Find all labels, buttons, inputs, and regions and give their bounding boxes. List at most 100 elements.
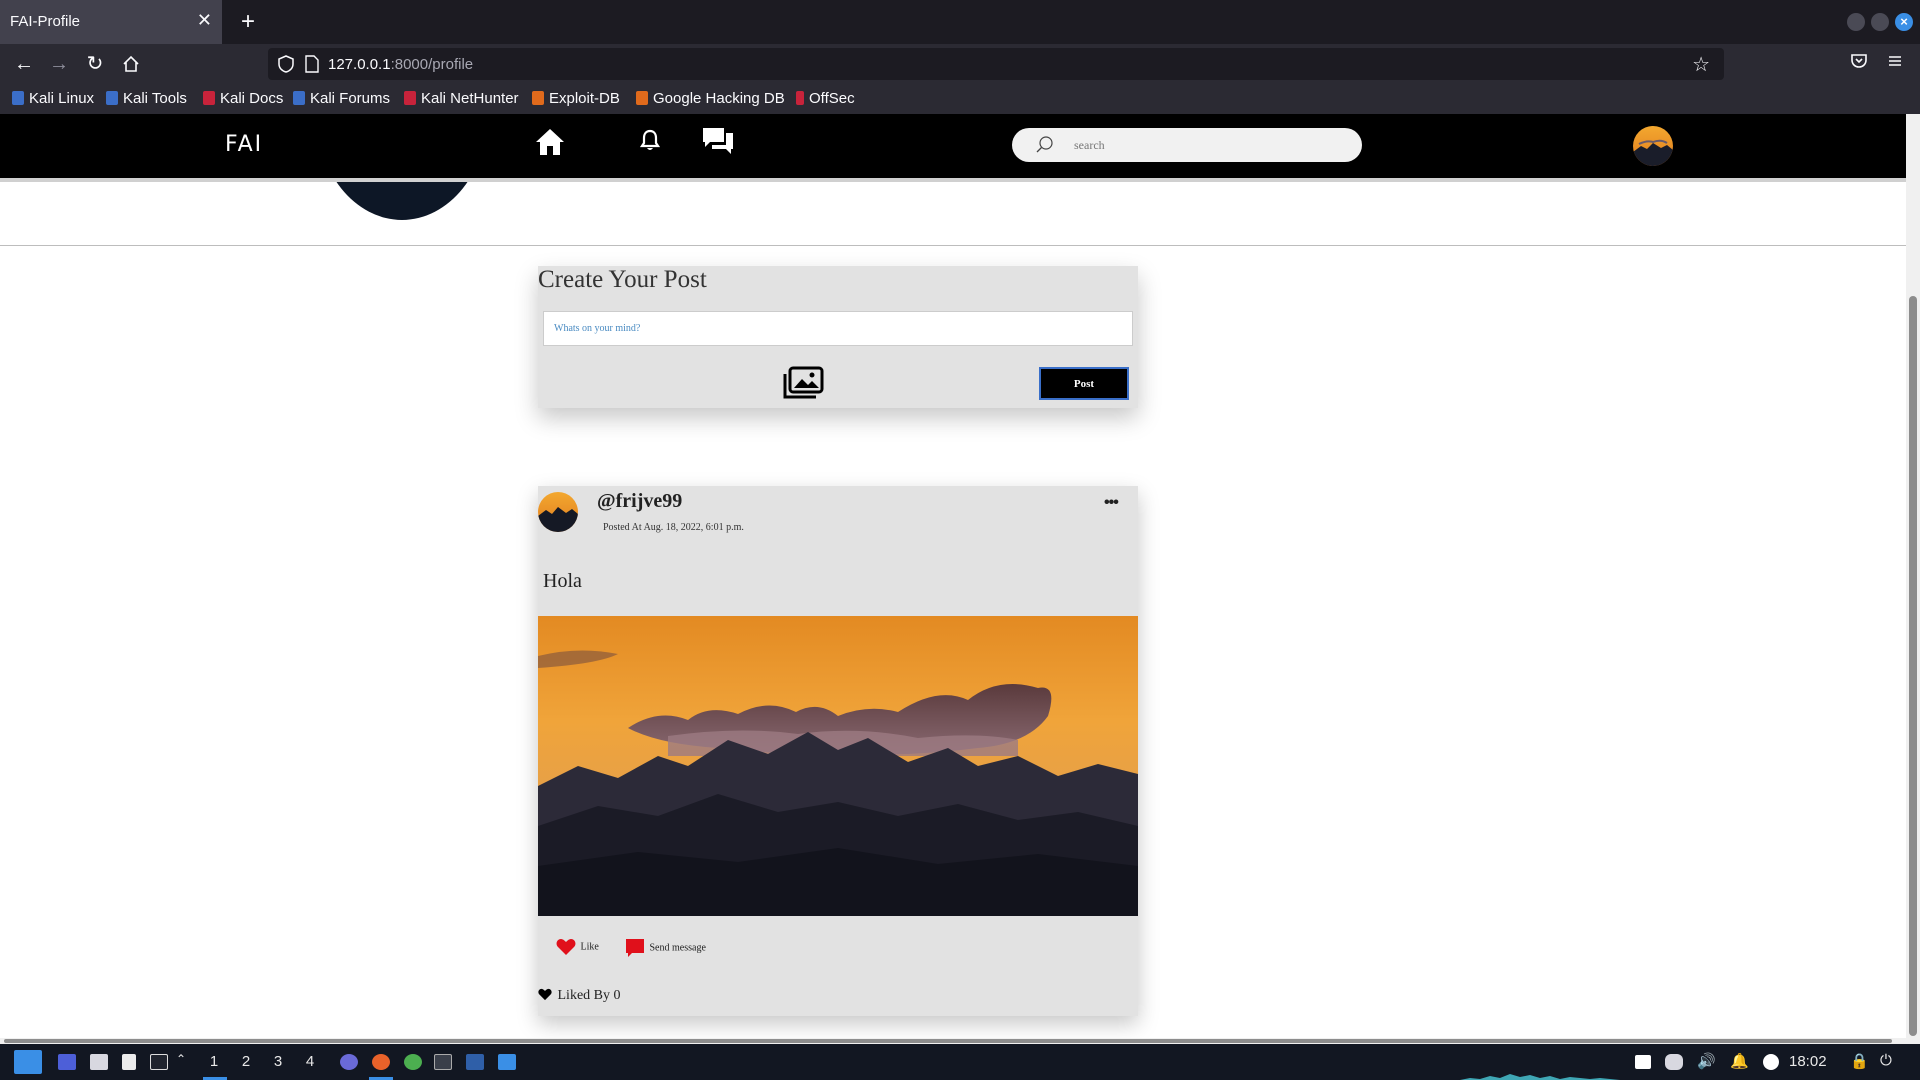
kali-docs-icon [203, 91, 215, 105]
bookmark-kali-nethunter[interactable]: Kali NetHunter [404, 90, 519, 107]
messages-chat-icon[interactable] [702, 126, 734, 161]
firefox-icon[interactable] [372, 1054, 390, 1070]
nethunter-icon [404, 91, 416, 105]
kali-tools-icon [106, 91, 118, 105]
update-icon[interactable] [1763, 1054, 1779, 1070]
bookmark-label: Kali Linux [29, 90, 95, 107]
power-icon[interactable]: ⏻ [1880, 1052, 1892, 1069]
bookmark-label: Exploit-DB [549, 90, 620, 107]
file-manager-icon[interactable] [90, 1054, 108, 1070]
back-icon[interactable]: ← [10, 52, 38, 76]
bookmark-kali-linux[interactable]: Kali Linux [12, 90, 94, 107]
create-post-card: Create Your Post Post [538, 266, 1138, 408]
tab-close-icon[interactable]: ✕ [197, 10, 212, 31]
bookmark-label: Google Hacking DB [653, 90, 785, 107]
screen-icon[interactable] [1635, 1055, 1651, 1069]
home-icon[interactable] [117, 52, 145, 76]
app-window-icon[interactable] [434, 1054, 452, 1070]
search-box[interactable] [1012, 128, 1362, 162]
post-content-input[interactable] [543, 311, 1133, 346]
offsec-icon [796, 91, 804, 105]
terminal-icon[interactable] [150, 1054, 168, 1070]
message-bubble-icon [626, 939, 644, 957]
desktop-icon[interactable] [58, 1054, 76, 1070]
chevron-up-icon[interactable]: ⌃ [176, 1052, 186, 1066]
menu-icon[interactable] [1886, 52, 1904, 75]
site-logo[interactable]: FAI [225, 132, 263, 157]
notification-bell-icon[interactable]: 🔔 [1730, 1052, 1749, 1070]
bookmark-label: OffSec [809, 90, 855, 107]
kali-menu-icon[interactable] [14, 1050, 42, 1074]
url-bar[interactable]: 127.0.0.1:8000/profile ☆ [268, 48, 1724, 80]
chrome-icon[interactable] [404, 1054, 422, 1070]
bookmark-offsec[interactable]: OffSec [796, 90, 855, 107]
post-author-avatar[interactable] [538, 492, 578, 532]
like-label: Like [580, 941, 599, 953]
new-tab-icon[interactable]: + [234, 8, 262, 36]
discord-tray-icon[interactable] [1665, 1054, 1683, 1070]
vertical-scrollbar-thumb[interactable] [1909, 296, 1917, 1036]
notifications-bell-icon[interactable] [639, 129, 661, 158]
kali-icon [12, 91, 24, 105]
kali-forums-icon [293, 91, 305, 105]
vscode-icon[interactable] [498, 1054, 516, 1070]
exploit-db-icon [532, 91, 544, 105]
post-timestamp: Posted At Aug. 18, 2022, 6:01 p.m. [603, 522, 744, 533]
search-input[interactable] [1074, 135, 1334, 155]
post-button[interactable]: Post [1039, 367, 1129, 400]
lock-icon[interactable]: 🔒 [1850, 1052, 1869, 1070]
volume-icon[interactable]: 🔊 [1697, 1052, 1716, 1070]
bookmark-kali-docs[interactable]: Kali Docs [203, 90, 283, 107]
clock[interactable]: 18:02 [1789, 1053, 1827, 1070]
zoom-icon[interactable] [466, 1054, 484, 1070]
shield-icon[interactable] [278, 55, 294, 73]
like-button[interactable]: Like [556, 938, 599, 956]
post-image[interactable] [538, 616, 1138, 916]
url-path: :8000/profile [390, 56, 474, 73]
heart-icon [556, 939, 576, 955]
app-header: FAI [0, 114, 1906, 178]
bookmark-label: Kali NetHunter [421, 90, 519, 107]
audio-visualizer [1460, 1074, 1640, 1080]
browser-tab-bar: FAI-Profile ✕ + × [0, 0, 1920, 44]
discord-icon[interactable] [340, 1054, 358, 1070]
bookmark-google-hacking-db[interactable]: Google Hacking DB [636, 90, 785, 107]
workspace-1[interactable]: 1 [205, 1053, 223, 1070]
pocket-icon[interactable] [1850, 52, 1868, 75]
bookmark-star-icon[interactable]: ☆ [1692, 52, 1710, 77]
workspace-3[interactable]: 3 [269, 1053, 287, 1070]
page-viewport: FAI Create Your Post [0, 114, 1920, 1044]
bookmark-label: Kali Tools [123, 90, 187, 107]
bookmark-label: Kali Forums [310, 90, 391, 107]
text-editor-icon[interactable] [122, 1054, 136, 1070]
browser-nav-bar: ← → ↻ 127.0.0.1:8000/profile ☆ [0, 44, 1920, 84]
forward-icon[interactable]: → [45, 52, 73, 76]
horizontal-scrollbar-thumb[interactable] [4, 1039, 1892, 1043]
bookmark-kali-forums[interactable]: Kali Forums [293, 90, 390, 107]
ghdb-icon [636, 91, 648, 105]
reload-icon[interactable]: ↻ [81, 52, 109, 76]
bookmark-label: Kali Docs [220, 90, 284, 107]
browser-tab[interactable]: FAI-Profile ✕ [0, 0, 222, 44]
heart-outline-icon [538, 988, 552, 1001]
minimize-window-icon[interactable] [1847, 13, 1865, 31]
workspace-2[interactable]: 2 [237, 1053, 255, 1070]
tab-title: FAI-Profile [10, 13, 81, 30]
header-underline [0, 178, 1906, 182]
user-avatar[interactable] [1633, 126, 1673, 166]
create-post-title: Create Your Post [538, 266, 707, 293]
more-options-icon[interactable]: ••• [1104, 494, 1119, 512]
post-username[interactable]: @frijve99 [597, 490, 682, 513]
image-gallery-icon[interactable] [782, 366, 824, 405]
send-message-button[interactable]: Send message [625, 938, 706, 958]
home-nav-icon[interactable] [534, 126, 566, 163]
close-window-icon[interactable]: × [1895, 13, 1913, 31]
liked-by-count[interactable]: Liked By 0 [538, 988, 621, 1004]
bookmark-exploit-db[interactable]: Exploit-DB [532, 90, 620, 107]
maximize-window-icon[interactable] [1871, 13, 1889, 31]
page-info-icon[interactable] [305, 55, 319, 73]
post-card: @frijve99 Posted At Aug. 18, 2022, 6:01 … [538, 486, 1138, 1016]
bookmarks-toolbar: Kali Linux Kali Tools Kali Docs Kali For… [0, 84, 1920, 114]
workspace-4[interactable]: 4 [301, 1053, 319, 1070]
bookmark-kali-tools[interactable]: Kali Tools [106, 90, 187, 107]
